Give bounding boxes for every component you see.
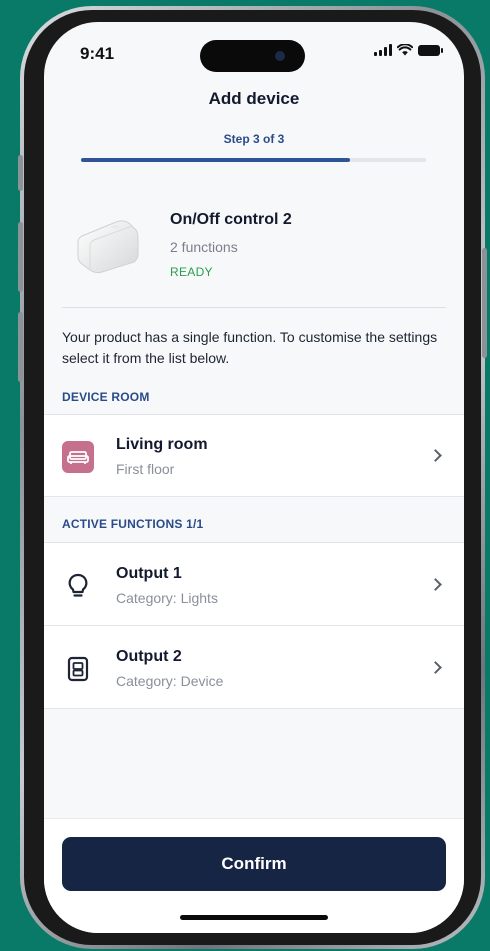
battery-icon <box>418 44 443 56</box>
wifi-icon <box>397 44 413 56</box>
volume-up-button <box>18 222 23 292</box>
function-category: Category: Lights <box>116 590 218 606</box>
room-floor: First floor <box>116 461 175 477</box>
power-button <box>482 248 487 358</box>
function-title: Output 1 <box>116 565 182 582</box>
lightbulb-icon <box>62 570 94 602</box>
page-title: Add device <box>208 89 300 108</box>
device-room-label: DEVICE ROOM <box>62 390 150 404</box>
step-indicator: Step 3 of 3 <box>223 132 285 146</box>
room-row[interactable]: Living room First floor <box>44 414 464 497</box>
device-functions-count: 2 functions <box>170 239 238 255</box>
confirm-button[interactable]: Confirm <box>62 837 446 891</box>
sofa-icon <box>62 441 94 473</box>
footer: Confirm <box>44 818 464 933</box>
device-status-badge: READY <box>170 265 213 279</box>
cellular-signal-icon <box>374 44 392 56</box>
progress-bar-fill <box>81 158 351 162</box>
status-time: 9:41 <box>80 44 115 63</box>
dynamic-island <box>200 40 305 72</box>
progress-bar <box>81 158 426 162</box>
device-name: On/Off control 2 <box>170 211 292 228</box>
function-row-output-1[interactable]: Output 1 Category: Lights <box>44 542 464 626</box>
volume-down-button <box>18 312 23 382</box>
chevron-right-icon <box>429 449 442 462</box>
active-functions-label: ACTIVE FUNCTIONS 1/1 <box>62 517 204 531</box>
room-name: Living room <box>116 436 208 453</box>
device-image <box>77 220 139 274</box>
description-text: Your product has a single function. To c… <box>62 329 438 366</box>
status-icons <box>374 44 443 56</box>
mute-switch <box>18 155 23 191</box>
home-indicator <box>180 915 328 920</box>
chevron-right-icon <box>429 661 442 674</box>
device-icon <box>62 653 94 685</box>
function-row-output-2[interactable]: Output 2 Category: Device <box>44 625 464 709</box>
phone-screen: 9:41 Add device Step 3 of 3 On/Off contr… <box>44 22 464 933</box>
chevron-right-icon <box>429 578 442 591</box>
function-category: Category: Device <box>116 673 224 689</box>
camera-icon <box>275 51 285 61</box>
divider <box>62 307 446 308</box>
function-title: Output 2 <box>116 648 182 665</box>
